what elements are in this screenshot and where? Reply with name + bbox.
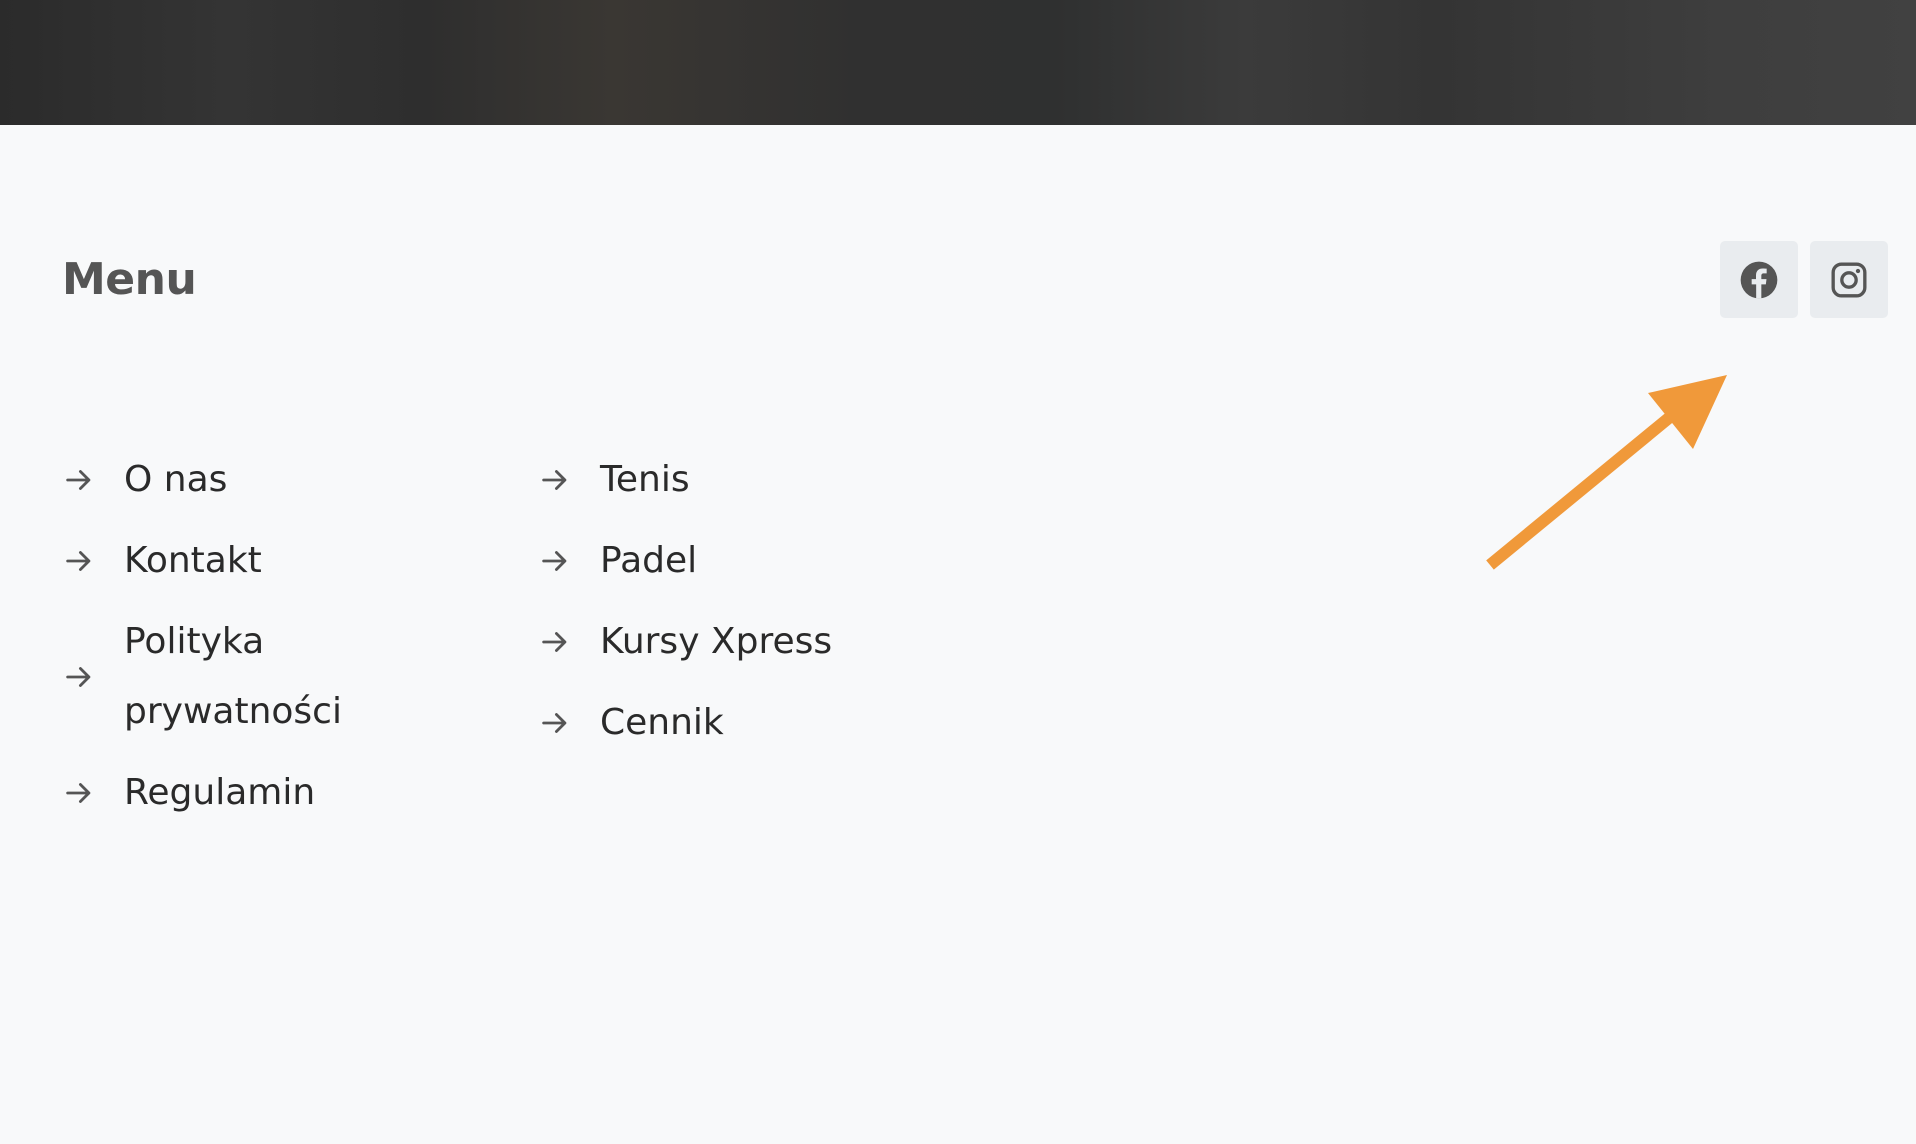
- arrow-right-icon: [538, 703, 578, 743]
- footer-link-label: Cennik: [600, 702, 724, 743]
- facebook-button[interactable]: [1720, 241, 1798, 318]
- annotation-arrow-icon: [1486, 375, 1727, 570]
- instagram-button[interactable]: [1810, 241, 1888, 318]
- footer-link-label: Kursy Xpress: [600, 621, 833, 662]
- footer-link-label: O nas: [124, 459, 228, 500]
- arrow-right-icon: [538, 541, 578, 581]
- arrow-right-icon: [62, 460, 102, 500]
- footer-link-label: Tenis: [600, 459, 690, 500]
- arrow-right-icon: [62, 773, 102, 813]
- footer-link-regulamin[interactable]: Regulamin: [62, 758, 402, 828]
- footer-link-kursy-xpress[interactable]: Kursy Xpress: [538, 607, 938, 677]
- footer-links-left: O nas Kontakt Polityka prywatności Regul…: [62, 445, 402, 839]
- arrow-right-icon: [538, 622, 578, 662]
- arrow-right-icon: [62, 541, 102, 581]
- footer-link-label: Padel: [600, 540, 698, 581]
- footer-link-label: Kontakt: [124, 540, 262, 581]
- footer-link-tenis[interactable]: Tenis: [538, 445, 938, 515]
- instagram-icon: [1831, 262, 1867, 297]
- social-links: [1720, 241, 1888, 318]
- footer-link-label: Regulamin: [124, 772, 316, 813]
- page: Menu O nas Kontakt Polityka prywatności …: [0, 0, 1916, 1144]
- footer-link-label: Polityka prywatności: [124, 621, 342, 732]
- facebook-icon: [1740, 261, 1778, 298]
- arrow-right-icon: [538, 460, 578, 500]
- footer-link-kontakt[interactable]: Kontakt: [62, 526, 402, 596]
- footer-links-right: Tenis Padel Kursy Xpress Cennik: [538, 445, 938, 769]
- hero-image-strip: [0, 0, 1916, 125]
- footer-menu-title: Menu: [62, 254, 197, 305]
- footer-link-cennik[interactable]: Cennik: [538, 688, 938, 758]
- footer-link-o-nas[interactable]: O nas: [62, 445, 402, 515]
- arrow-right-icon: [62, 657, 102, 697]
- footer-link-padel[interactable]: Padel: [538, 526, 938, 596]
- footer-link-polityka-prywatnosci[interactable]: Polityka prywatności: [62, 607, 402, 747]
